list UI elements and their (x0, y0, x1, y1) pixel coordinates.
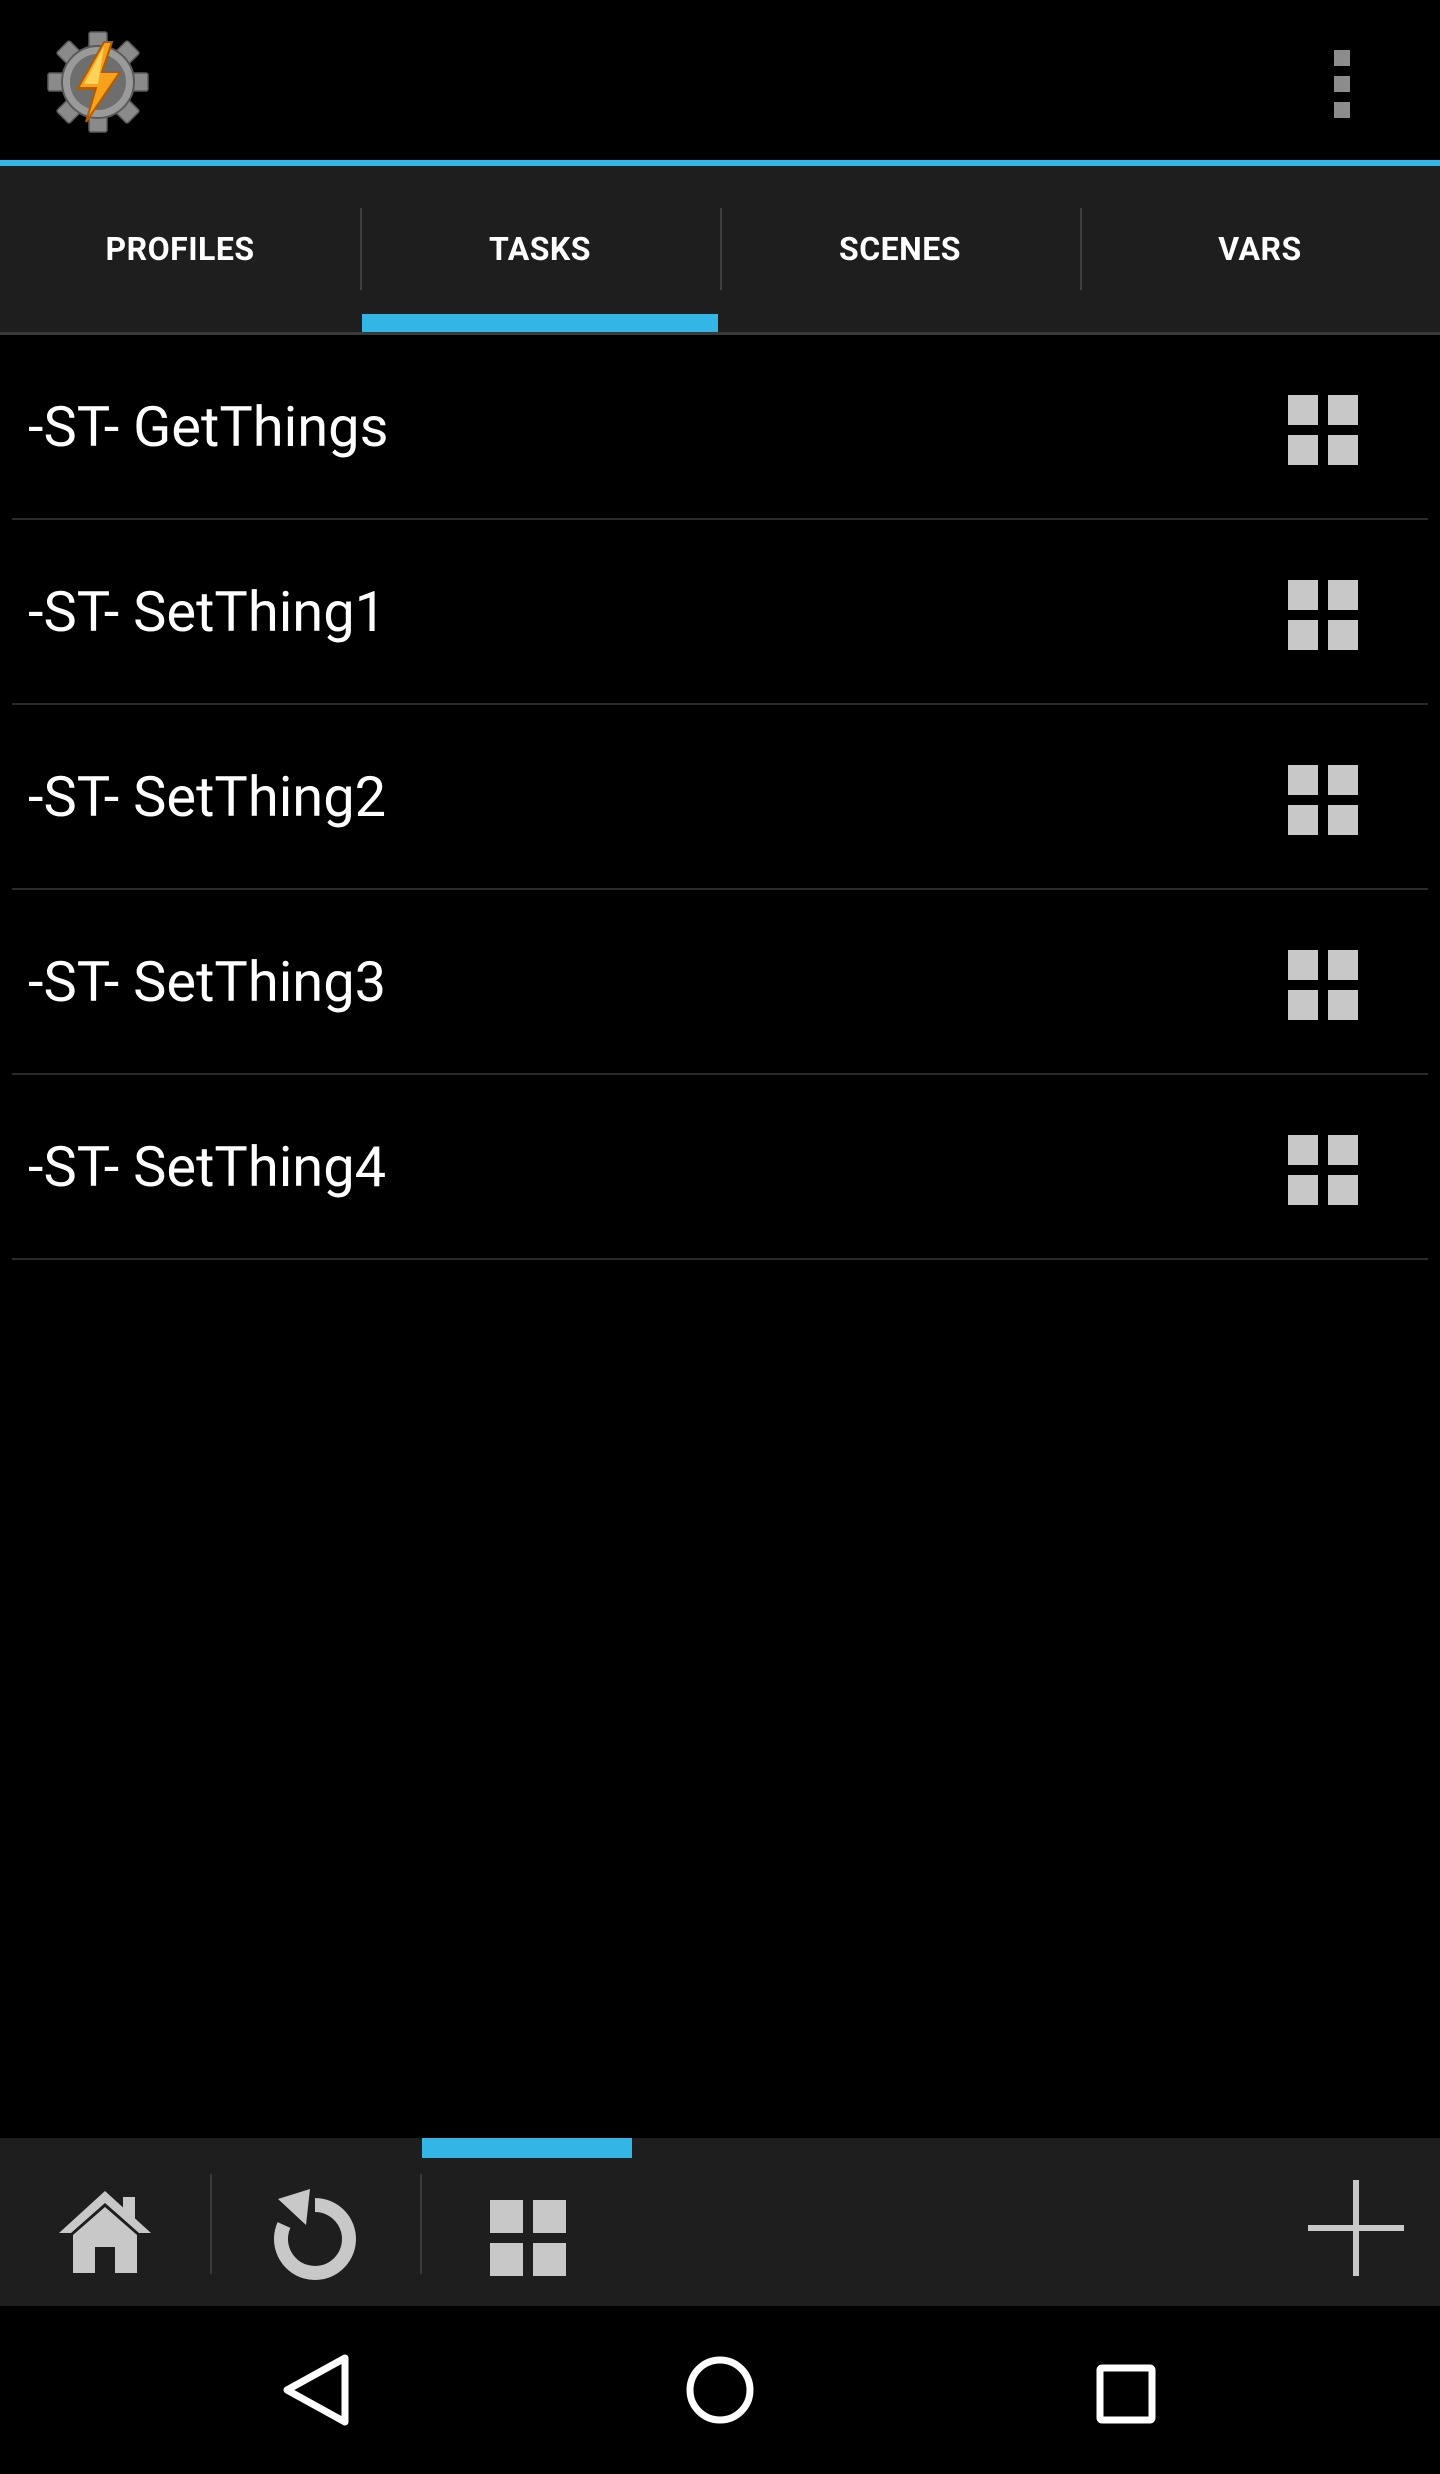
tab-scenes[interactable]: SCENES (720, 166, 1080, 332)
bottom-toolbar (0, 2138, 1440, 2306)
list-item[interactable]: -ST- SetThing4 (0, 1075, 1440, 1260)
back-icon[interactable] (276, 2350, 356, 2430)
tab-profiles[interactable]: PROFILES (0, 166, 360, 332)
tab-vars[interactable]: VARS (1080, 166, 1440, 332)
tab-label: TASKS (489, 230, 591, 268)
recents-icon[interactable] (1086, 2354, 1166, 2434)
task-name: -ST- SetThing4 (28, 1133, 387, 1200)
list-item[interactable]: -ST- SetThing2 (0, 705, 1440, 890)
grid-icon[interactable] (1288, 395, 1358, 465)
tab-label: SCENES (839, 230, 961, 268)
refresh-icon[interactable] (265, 2182, 365, 2288)
tab-bar: PROFILES TASKS SCENES VARS (0, 166, 1440, 332)
home-circle-icon[interactable] (680, 2350, 760, 2430)
tasker-gear-bolt-icon[interactable] (46, 30, 150, 134)
tab-tasks[interactable]: TASKS (360, 166, 720, 332)
overflow-menu-icon[interactable] (1310, 36, 1374, 132)
tab-selected-indicator (362, 314, 718, 332)
tab-label: VARS (1218, 230, 1302, 268)
grid-icon[interactable] (1288, 765, 1358, 835)
grid-icon[interactable] (1288, 580, 1358, 650)
grid-icon[interactable] (1288, 950, 1358, 1020)
system-navigation-bar (0, 2306, 1440, 2474)
grid-icon[interactable] (488, 2198, 568, 2278)
task-name: -ST- SetThing1 (28, 578, 387, 645)
task-name: -ST- SetThing3 (28, 948, 387, 1015)
task-name: -ST- GetThings (28, 393, 389, 460)
task-name: -ST- SetThing2 (28, 763, 387, 830)
toolbar-divider (420, 2174, 422, 2274)
add-icon[interactable] (1306, 2178, 1406, 2278)
bottom-toolbar-selected-indicator (422, 2138, 632, 2158)
list-item[interactable]: -ST- SetThing1 (0, 520, 1440, 705)
grid-icon[interactable] (1288, 1135, 1358, 1205)
toolbar-divider (210, 2174, 212, 2274)
action-bar (0, 0, 1440, 160)
list-item[interactable]: -ST- SetThing3 (0, 890, 1440, 1075)
home-icon[interactable] (50, 2182, 160, 2282)
tab-label: PROFILES (105, 230, 255, 268)
list-item[interactable]: -ST- GetThings (0, 335, 1440, 520)
task-list: -ST- GetThings -ST- SetThing1 -ST- SetTh… (0, 335, 1440, 1260)
